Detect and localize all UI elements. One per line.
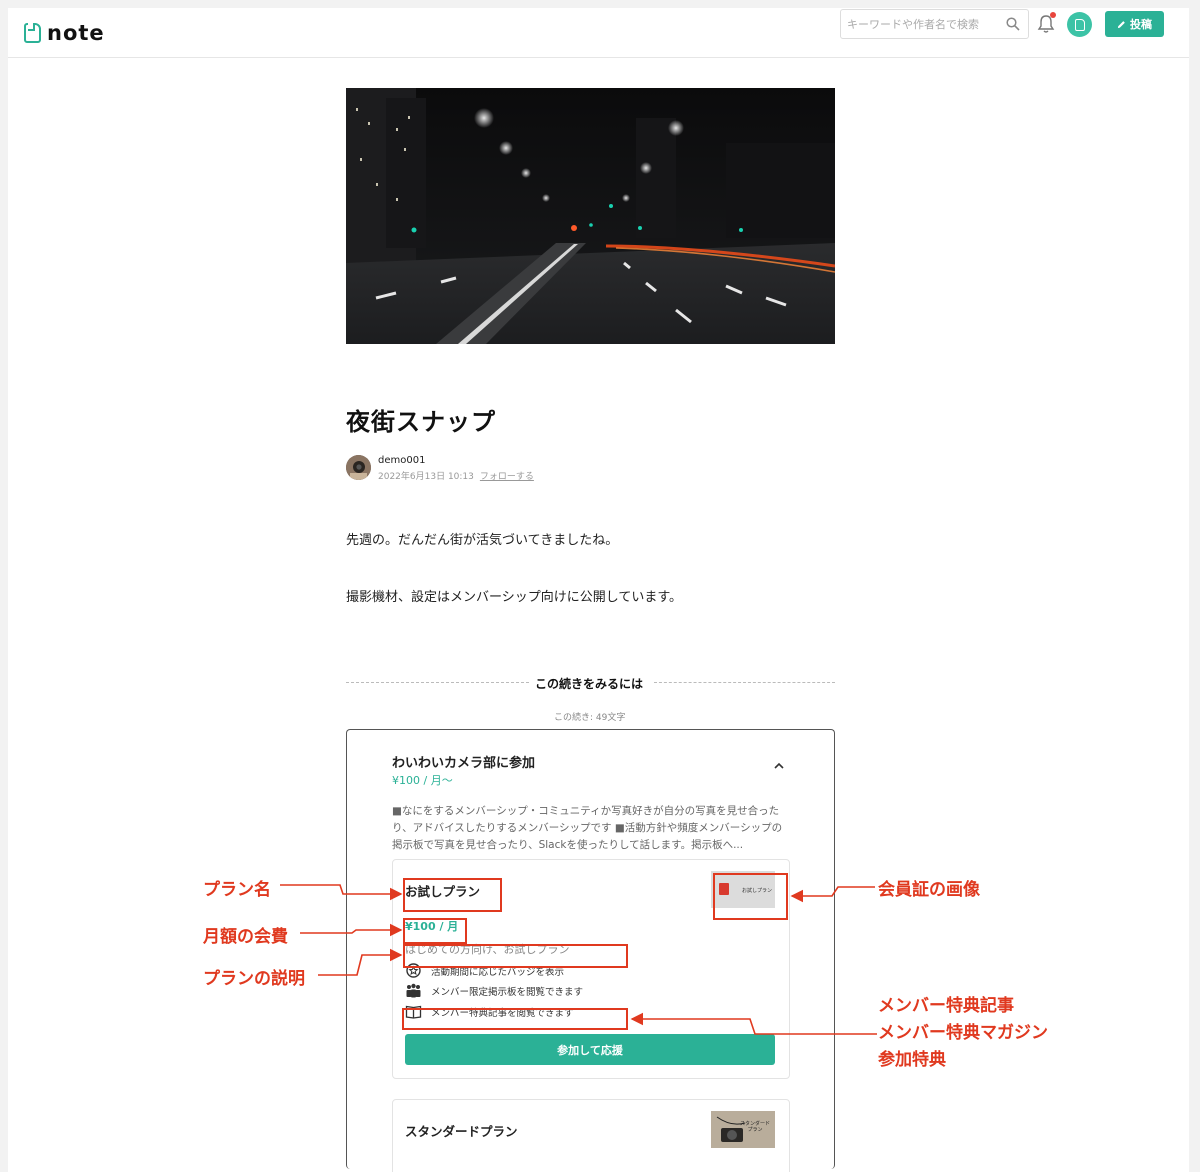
join-button[interactable]: 参加して応援 xyxy=(405,1034,775,1065)
user-avatar[interactable] xyxy=(1067,12,1092,37)
article-title: 夜街スナップ xyxy=(346,408,496,436)
plan-name: スタンダードプラン xyxy=(405,1124,518,1139)
search-box[interactable] xyxy=(840,9,1029,39)
author-meta: 2022年6月13日 10:13 フォローする xyxy=(378,469,534,482)
chevron-up-icon[interactable] xyxy=(773,760,785,772)
members-icon xyxy=(406,983,421,998)
annotation-card-image: 会員証の画像 xyxy=(878,880,980,900)
highlight-card-image xyxy=(713,873,788,920)
divider-right xyxy=(654,682,835,683)
membership-price: ¥100 / 月〜 xyxy=(392,774,453,787)
highlight-plan-name xyxy=(403,878,502,912)
article-paragraph: 撮影機材、設定はメンバーシップ向けに公開しています。 xyxy=(346,590,683,605)
annotation-plan-name: プラン名 xyxy=(203,880,271,900)
remaining-count: この続き: 49文字 xyxy=(554,713,626,723)
search-input[interactable] xyxy=(847,17,997,31)
follow-link[interactable]: フォローする xyxy=(480,472,534,482)
benefit-label: メンバー限定掲示板を閲覧できます xyxy=(431,986,584,998)
post-button[interactable]: 投稿 xyxy=(1105,11,1164,37)
note-logo[interactable]: note xyxy=(24,21,105,45)
annotation-plan-description: プランの説明 xyxy=(203,969,305,989)
annotation-benefit-join: 参加特典 xyxy=(878,1050,946,1070)
author-name[interactable]: demo001 xyxy=(378,455,425,466)
divider-left xyxy=(346,682,529,683)
camera-avatar-icon xyxy=(346,455,371,480)
membership-title: わいわいカメラ部に参加 xyxy=(392,756,536,771)
search-icon[interactable] xyxy=(1006,17,1020,31)
benefit-item: メンバー限定掲示板を閲覧できます xyxy=(405,983,583,998)
note-mark-icon xyxy=(1074,18,1085,31)
membership-description: ■なにをするメンバーシップ・コミュニティか写真好きが自分の写真を見せ合ったり、ア… xyxy=(392,805,783,851)
annotation-monthly-fee: 月額の会費 xyxy=(203,927,288,947)
annotation-benefit-article: メンバー特典記事 xyxy=(878,996,1014,1016)
notification-dot xyxy=(1050,12,1056,18)
post-date: 2022年6月13日 10:13 xyxy=(378,472,474,482)
annotation-benefit-magazine: メンバー特典マガジン xyxy=(878,1023,1048,1043)
pencil-icon xyxy=(1117,20,1125,28)
logo-text: note xyxy=(47,21,105,45)
highlight-price xyxy=(403,918,467,944)
paywall-heading: この続きをみるには xyxy=(535,677,644,691)
highlight-benefit xyxy=(402,1008,628,1030)
highlight-description xyxy=(403,944,628,968)
note-logo-icon xyxy=(24,23,41,43)
article-paragraph: 先週の。だんだん街が活気づいてきましたね。 xyxy=(346,533,619,548)
author-avatar[interactable] xyxy=(346,455,371,480)
plan-thumb-text: スタンダードプラン xyxy=(739,1121,770,1133)
post-label: 投稿 xyxy=(1130,19,1152,31)
hero-image xyxy=(346,88,835,344)
